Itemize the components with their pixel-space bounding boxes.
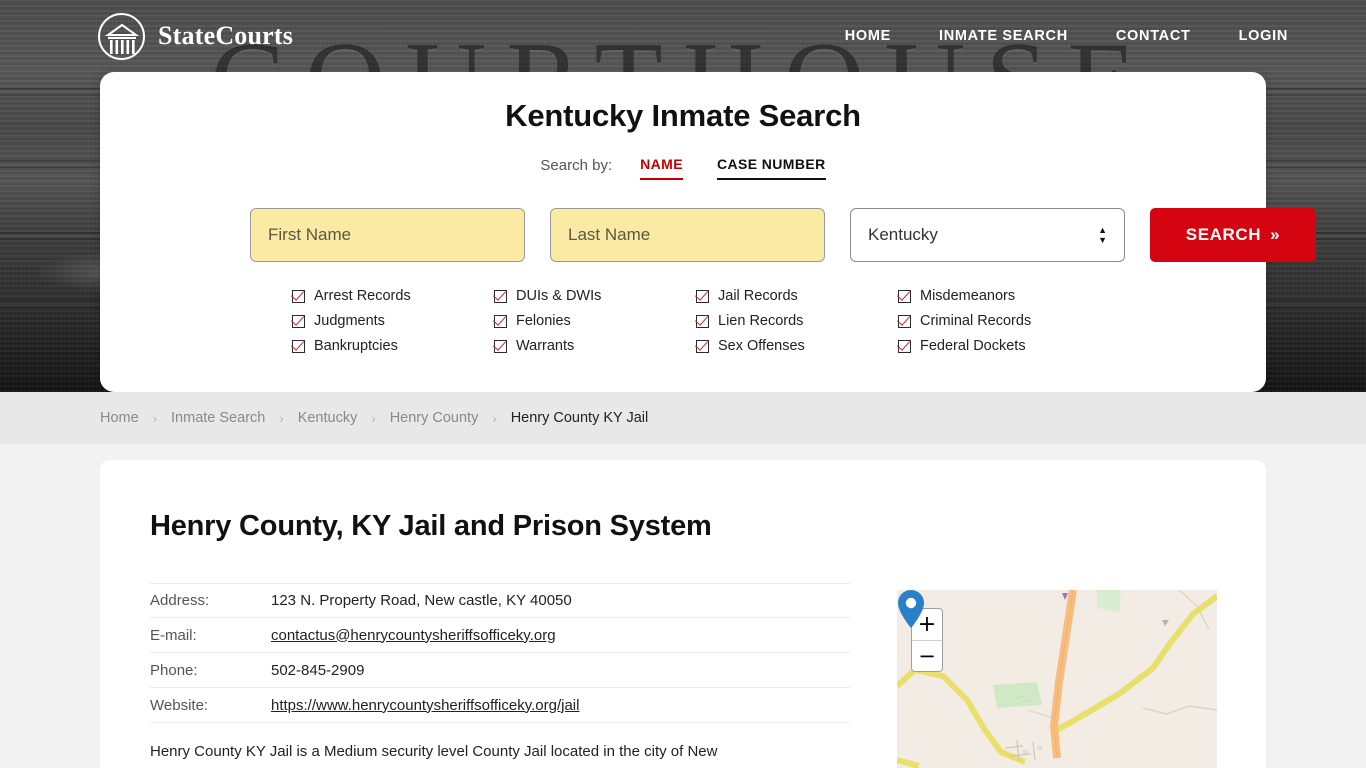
- check-icon: [494, 314, 507, 328]
- detail-row-email: E-mail: contactus@henrycountysheriffsoff…: [150, 618, 850, 653]
- page-title: Henry County, KY Jail and Prison System: [150, 510, 712, 542]
- nav-item-home[interactable]: HOME: [845, 22, 891, 50]
- check-icon: [898, 289, 911, 303]
- checkbox-item[interactable]: Sex Offenses: [696, 338, 898, 354]
- breadcrumb-item-kentucky[interactable]: Kentucky: [298, 410, 358, 426]
- chevron-right-icon: ›: [152, 410, 158, 426]
- breadcrumb: Home › Inmate Search › Kentucky › Henry …: [0, 392, 1366, 444]
- tab-case-number[interactable]: CASE NUMBER: [716, 156, 826, 180]
- checkbox-label: Arrest Records: [314, 288, 411, 304]
- detail-value: contactus@henrycountysheriffsofficeky.or…: [271, 627, 556, 644]
- checkbox-item[interactable]: Lien Records: [696, 313, 898, 329]
- checkbox-label: Sex Offenses: [718, 338, 805, 354]
- breadcrumb-item-current: Henry County KY Jail: [510, 410, 649, 426]
- detail-value: 502-845-2909: [271, 661, 365, 679]
- inmate-search-card: Kentucky Inmate Search Search by: NAME C…: [100, 72, 1316, 392]
- checkbox-item[interactable]: Arrest Records: [292, 288, 494, 304]
- search-button-label: SEARCH: [1185, 225, 1262, 244]
- check-icon: [696, 289, 709, 303]
- first-name-input[interactable]: First Name: [250, 208, 525, 262]
- detail-row-website: Website: https://www.henrycountysheriffs…: [150, 688, 850, 723]
- checkbox-label: Misdemeanors: [920, 288, 1016, 304]
- website-link[interactable]: https://www.henrycountysheriffsofficeky.…: [271, 697, 579, 714]
- checkbox-item[interactable]: Misdemeanors: [898, 288, 1100, 304]
- map-zoom-out-button[interactable]: −: [912, 640, 942, 671]
- detail-label: Website:: [150, 696, 209, 714]
- detail-row-phone: Phone: 502-845-2909: [150, 653, 850, 688]
- nav-item-inmate-search[interactable]: INMATE SEARCH: [939, 22, 1068, 50]
- checkbox-label: Federal Dockets: [920, 338, 1026, 354]
- chevron-right-icon: ›: [371, 410, 376, 426]
- checkbox-item[interactable]: Criminal Records: [898, 313, 1100, 329]
- chevron-right-icon: ›: [279, 410, 284, 426]
- main-nav: HOME INMATE SEARCH CONTACT LOGIN: [845, 22, 1288, 50]
- state-select-value: Kentucky: [868, 225, 938, 244]
- checkbox-item[interactable]: Federal Dockets: [898, 338, 1100, 354]
- checkbox-item[interactable]: Jail Records: [696, 288, 898, 304]
- email-link[interactable]: contactus@henrycountysheriffsofficeky.or…: [271, 627, 556, 644]
- check-icon: [292, 339, 305, 353]
- record-type-checkbox-grid: Arrest Records DUIs & DWIs Jail Records …: [100, 288, 1266, 354]
- nav-item-login[interactable]: LOGIN: [1239, 22, 1288, 50]
- chevron-updown-icon: ▲ ▼: [1098, 224, 1107, 245]
- search-button[interactable]: SEARCH »: [1150, 208, 1316, 262]
- detail-label: Address:: [150, 592, 210, 609]
- check-icon: [494, 289, 507, 303]
- checkbox-label: Bankruptcies: [314, 338, 398, 354]
- search-by-label: Search by:: [540, 157, 613, 174]
- check-icon: [898, 339, 911, 353]
- checkbox-item[interactable]: Felonies: [494, 313, 696, 329]
- map-tiles: [897, 590, 1217, 768]
- detail-label: Phone:: [150, 661, 198, 679]
- breadcrumb-item-henry-county[interactable]: Henry County: [390, 410, 479, 426]
- check-icon: [898, 314, 911, 328]
- content-card: Henry County, KY Jail and Prison System …: [100, 460, 1266, 768]
- double-chevron-right-icon: »: [1270, 225, 1281, 244]
- search-form: First Name Last Name Kentucky ▲ ▼ SEARCH …: [100, 208, 1316, 262]
- checkbox-item[interactable]: Warrants: [494, 338, 696, 354]
- chevron-right-icon: ›: [492, 410, 497, 426]
- location-pin-icon[interactable]: [897, 590, 925, 628]
- top-navigation-bar: StateCourts HOME INMATE SEARCH CONTACT L…: [0, 0, 1366, 72]
- tab-name[interactable]: NAME: [640, 156, 683, 180]
- detail-value: 123 N. Property Road, New castle, KY 400…: [271, 592, 572, 609]
- breadcrumb-item-home[interactable]: Home: [100, 410, 139, 426]
- state-select[interactable]: Kentucky ▲ ▼: [850, 208, 1125, 262]
- check-icon: [494, 339, 507, 353]
- check-icon: [696, 339, 709, 353]
- checkbox-label: Lien Records: [718, 313, 804, 329]
- courthouse-circle-icon: [98, 12, 145, 60]
- detail-label: E-mail:: [150, 626, 197, 644]
- search-card-title: Kentucky Inmate Search: [505, 98, 861, 133]
- check-icon: [696, 314, 709, 328]
- search-by-row: Search by: NAME CASE NUMBER: [100, 156, 1266, 180]
- detail-value: https://www.henrycountysheriffsofficeky.…: [271, 697, 579, 714]
- checkbox-label: DUIs & DWIs: [516, 288, 602, 304]
- hero-section: COURTHOUSE StateCourts HOME INMATE SEARC…: [0, 0, 1366, 392]
- checkbox-label: Criminal Records: [920, 313, 1032, 329]
- detail-row-address: Address: 123 N. Property Road, New castl…: [150, 583, 850, 618]
- location-map[interactable]: + −: [897, 590, 1217, 768]
- breadcrumb-item-inmate-search[interactable]: Inmate Search: [171, 410, 265, 426]
- nav-item-contact[interactable]: CONTACT: [1116, 22, 1191, 50]
- brand-name: StateCourts: [158, 21, 294, 50]
- checkbox-item[interactable]: DUIs & DWIs: [494, 288, 696, 304]
- checkbox-item[interactable]: Bankruptcies: [292, 338, 494, 354]
- brand-logo[interactable]: StateCourts: [98, 12, 294, 60]
- facility-details-table: Address: 123 N. Property Road, New castl…: [150, 583, 850, 723]
- checkbox-label: Warrants: [516, 338, 575, 354]
- checkbox-label: Jail Records: [718, 288, 798, 304]
- check-icon: [292, 289, 305, 303]
- last-name-input[interactable]: Last Name: [550, 208, 825, 262]
- checkbox-label: Felonies: [516, 313, 571, 329]
- check-icon: [292, 314, 305, 328]
- checkbox-item[interactable]: Judgments: [292, 313, 494, 329]
- checkbox-label: Judgments: [314, 313, 385, 329]
- facility-description: Henry County KY Jail is a Medium securit…: [150, 743, 718, 760]
